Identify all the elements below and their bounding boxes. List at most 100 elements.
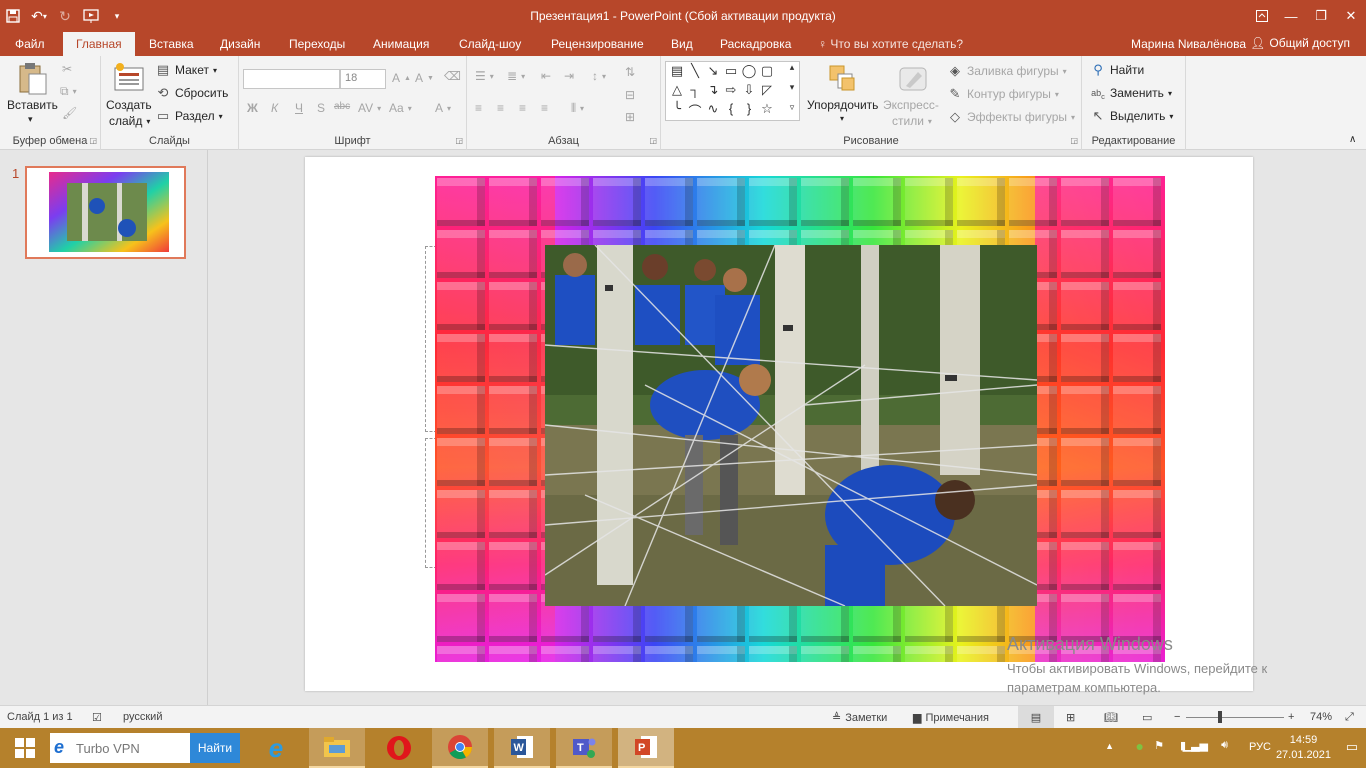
freeform-shape-icon[interactable]: ∿ bbox=[704, 101, 722, 117]
zoom-out-icon[interactable]: − bbox=[1174, 711, 1180, 723]
right-arrow-shape-icon[interactable]: ⇨ bbox=[722, 82, 740, 98]
edge-browser-icon[interactable]: e bbox=[248, 728, 304, 768]
rectangle-shape-icon[interactable]: ▭ bbox=[722, 63, 740, 79]
align-text-icon[interactable]: ⊟ bbox=[625, 88, 635, 102]
arrow-line-shape-icon[interactable]: ↘ bbox=[704, 63, 722, 79]
clear-formatting-icon[interactable]: ⌫ bbox=[444, 69, 461, 83]
cut-icon[interactable]: ✂ bbox=[62, 62, 72, 76]
forest-activity-photo[interactable] bbox=[545, 245, 1037, 606]
customize-qat-icon[interactable]: ▾ bbox=[104, 2, 130, 30]
slideshow-view-icon[interactable]: ▭ bbox=[1142, 711, 1152, 724]
columns-icon[interactable]: ⫴ ▾ bbox=[571, 101, 584, 116]
slide-sorter-icon[interactable]: ⊞ bbox=[1066, 711, 1075, 724]
tab-home[interactable]: Главная bbox=[63, 32, 135, 56]
grow-font-icon[interactable]: A ▲ bbox=[392, 71, 411, 85]
teams-app-icon[interactable]: T bbox=[556, 728, 612, 768]
collapse-ribbon-icon[interactable]: ∧ bbox=[1349, 134, 1356, 145]
align-left-icon[interactable]: ≡ bbox=[475, 101, 482, 115]
right-brace-shape-icon[interactable]: } bbox=[740, 101, 758, 116]
down-arrow-shape-icon[interactable]: ⇩ bbox=[740, 82, 758, 98]
tab-view[interactable]: Вид bbox=[671, 32, 693, 56]
tell-me-box[interactable]: ♀ Что вы хотите сделать? bbox=[818, 32, 963, 56]
new-slide-label-1[interactable]: Создать bbox=[106, 98, 152, 112]
zoom-slider-track[interactable] bbox=[1186, 717, 1284, 718]
shape-outline-button[interactable]: ✎ Контур фигуры ▾ bbox=[947, 87, 1059, 102]
shape-fill-button[interactable]: ◈ Заливка фигуры ▾ bbox=[947, 64, 1067, 79]
elbow-arrow-shape-icon[interactable]: ↴ bbox=[704, 82, 722, 98]
smartart-icon[interactable]: ⊞ bbox=[625, 110, 635, 124]
font-size-combo[interactable]: 18 bbox=[340, 69, 386, 89]
elbow-connector-shape-icon[interactable]: ┐ bbox=[686, 82, 704, 97]
strikethrough-button[interactable]: abc bbox=[334, 101, 350, 112]
minimize-icon[interactable]: — bbox=[1276, 0, 1306, 32]
gallery-down-icon[interactable]: ▾ bbox=[783, 82, 801, 93]
tab-transitions[interactable]: Переходы bbox=[289, 32, 345, 56]
quick-styles-label-1[interactable]: Экспресс- bbox=[883, 98, 939, 112]
font-name-combo[interactable] bbox=[243, 69, 340, 89]
opera-browser-icon[interactable] bbox=[371, 728, 427, 768]
quick-styles-button[interactable]: стили ▾ bbox=[892, 114, 932, 128]
format-painter-icon[interactable]: 🖌︎ bbox=[62, 106, 77, 120]
justify-icon[interactable]: ≡ bbox=[541, 101, 548, 115]
input-language[interactable]: РУС bbox=[1249, 741, 1271, 753]
reading-view-icon[interactable]: 📖︎ bbox=[1104, 711, 1118, 724]
shape-effects-button[interactable]: ◇ Эффекты фигуры ▾ bbox=[947, 110, 1075, 125]
taskbar-search-box[interactable]: e Turbo VPN Найти bbox=[50, 733, 240, 763]
textbox-shape-icon[interactable]: ▤ bbox=[668, 63, 686, 79]
select-button[interactable]: ↖ Выделить ▾ bbox=[1090, 109, 1174, 124]
tab-animations[interactable]: Анимация bbox=[373, 32, 429, 56]
search-button[interactable]: Найти bbox=[190, 733, 240, 763]
font-color-button[interactable]: A ▾ bbox=[435, 101, 451, 115]
zoom-in-icon[interactable]: + bbox=[1288, 711, 1294, 723]
new-slide-icon[interactable] bbox=[113, 62, 145, 94]
decrease-indent-icon[interactable]: ⇤ bbox=[541, 69, 551, 83]
start-slideshow-icon[interactable] bbox=[78, 2, 104, 30]
find-button[interactable]: ⚲ Найти bbox=[1090, 63, 1144, 78]
line-spacing-icon[interactable]: ↕ ▾ bbox=[592, 69, 606, 83]
volume-icon[interactable]: 🔊︎ bbox=[1221, 739, 1228, 752]
drawing-launcher-icon[interactable]: ◲ bbox=[1070, 136, 1078, 145]
oval-shape-icon[interactable]: ◯ bbox=[740, 63, 758, 79]
paste-icon[interactable] bbox=[16, 62, 48, 95]
tab-storyboarding[interactable]: Раскадровка bbox=[720, 32, 791, 56]
clock[interactable]: 14:59 27.01.2021 bbox=[1276, 734, 1331, 761]
file-explorer-icon[interactable] bbox=[309, 728, 365, 768]
paste-dropdown-icon[interactable]: ▾ bbox=[28, 114, 33, 125]
triangle-shape-icon[interactable]: △ bbox=[668, 82, 686, 98]
tab-review[interactable]: Рецензирование bbox=[551, 32, 644, 56]
close-icon[interactable]: ✕ bbox=[1336, 0, 1366, 32]
slide-thumbnail[interactable] bbox=[25, 166, 186, 259]
vpn-tray-icon[interactable]: ● bbox=[1136, 738, 1144, 754]
tab-slideshow[interactable]: Слайд-шоу bbox=[459, 32, 521, 56]
clipboard-launcher-icon[interactable]: ◲ bbox=[89, 136, 97, 145]
language-indicator[interactable]: русский bbox=[123, 711, 162, 723]
fit-slide-icon[interactable]: ⤢ bbox=[1345, 711, 1354, 724]
char-spacing-button[interactable]: AV ▾ bbox=[358, 101, 381, 115]
share-button[interactable]: 👤︎ Общий доступ bbox=[1250, 36, 1350, 50]
shadow-button[interactable]: S bbox=[317, 101, 325, 115]
text-direction-icon[interactable]: ⇅ bbox=[625, 65, 635, 79]
word-app-icon[interactable]: W bbox=[494, 728, 550, 768]
align-center-icon[interactable]: ≡ bbox=[497, 101, 504, 115]
network-signal-icon[interactable]: ▁▃▅ bbox=[1183, 739, 1208, 752]
copy-icon[interactable]: ⧉ ▾ bbox=[60, 84, 77, 99]
arrange-button[interactable]: Упорядочить bbox=[807, 98, 878, 112]
gallery-up-icon[interactable]: ▴ bbox=[783, 62, 801, 73]
left-brace-shape-icon[interactable]: { bbox=[722, 101, 740, 116]
tab-insert[interactable]: Вставка bbox=[149, 32, 194, 56]
powerpoint-app-icon[interactable]: P bbox=[618, 728, 674, 768]
shapes-gallery[interactable]: ▤ ╲ ↘ ▭ ◯ ▢ △ ┐ ↴ ⇨ ⇩ ◸ ╰ ⌒ ∿ { } ☆ ▴ ▾ … bbox=[665, 61, 800, 121]
quick-styles-icon[interactable] bbox=[898, 64, 930, 96]
spellcheck-icon[interactable]: ☑ bbox=[92, 711, 102, 724]
tab-design[interactable]: Дизайн bbox=[220, 32, 260, 56]
redo-icon[interactable]: ↻ bbox=[52, 2, 78, 30]
bullets-icon[interactable]: ☰ ▾ bbox=[475, 69, 494, 83]
font-launcher-icon[interactable]: ◲ bbox=[455, 136, 463, 145]
show-hidden-icons[interactable]: ▲ bbox=[1105, 741, 1114, 751]
callout-shape-icon[interactable]: ◸ bbox=[758, 82, 776, 98]
zoom-level[interactable]: 74% bbox=[1310, 711, 1332, 723]
change-case-button[interactable]: Aa ▾ bbox=[389, 101, 412, 115]
star-shape-icon[interactable]: ☆ bbox=[758, 101, 776, 117]
section-button[interactable]: ▭ Раздел ▾ bbox=[155, 109, 223, 124]
undo-icon[interactable]: ↶ ▾ bbox=[26, 2, 52, 30]
